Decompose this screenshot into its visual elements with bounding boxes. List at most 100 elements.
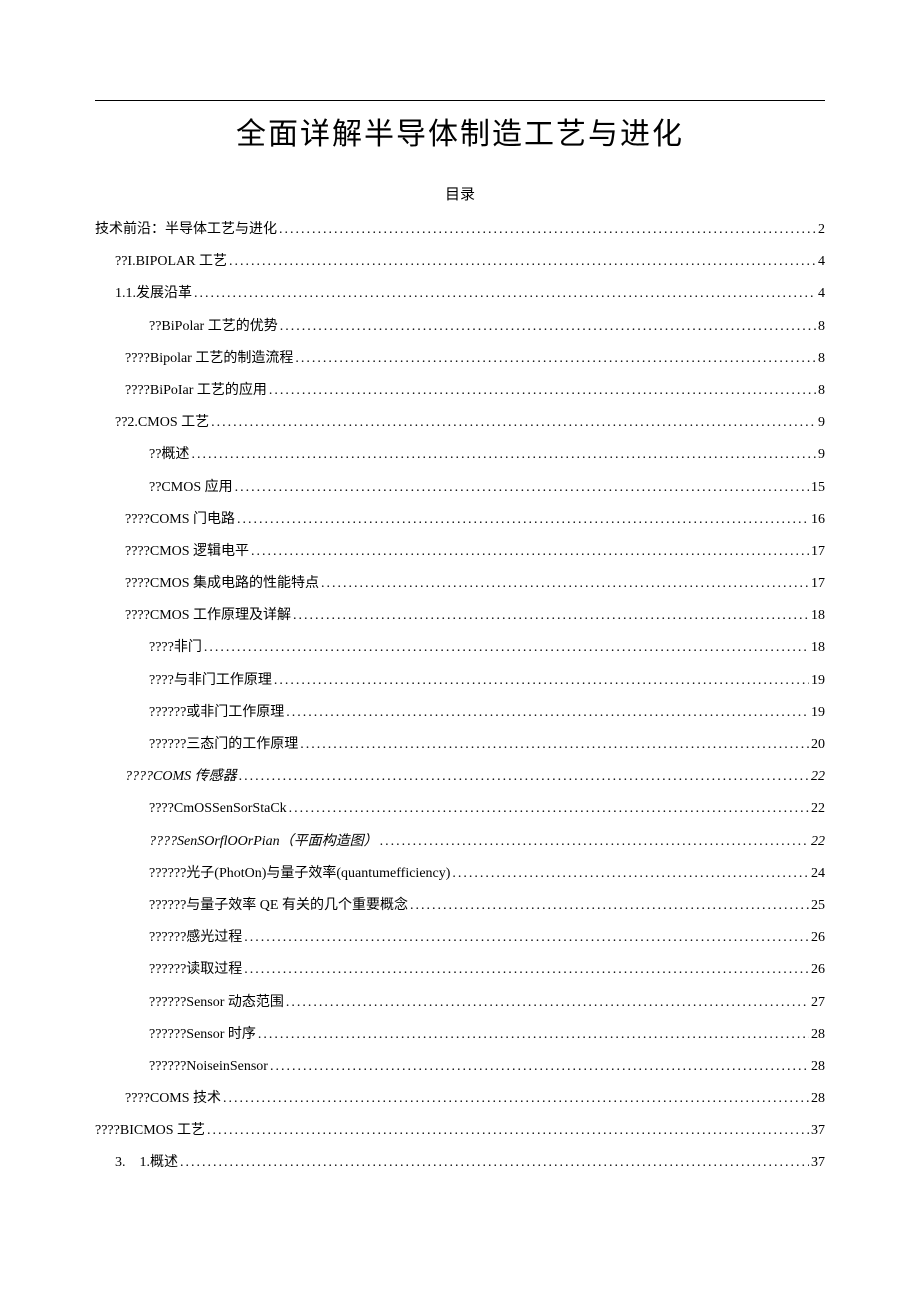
toc-entry[interactable]: ??????感光过程26 [95, 922, 825, 954]
toc-entry[interactable]: ????CMOS 工作原理及详解 18 [95, 600, 825, 632]
toc-entry[interactable]: ????COMS 门电路16 [95, 504, 825, 536]
toc-entry-page: 19 [811, 665, 825, 697]
toc-entry-label: ????CMOS 工作原理及详解 [125, 600, 291, 632]
toc-entry-page: 18 [811, 600, 825, 632]
toc-dots [321, 568, 809, 600]
toc-entry-page: 2 [818, 214, 825, 246]
toc-dots [239, 761, 809, 793]
toc-dots [452, 858, 809, 890]
toc-dots [229, 246, 816, 278]
toc-entry-page: 28 [811, 1083, 825, 1115]
toc-dots [279, 214, 816, 246]
toc-dots [286, 697, 809, 729]
toc-entry[interactable]: ??????Sensor 时序 28 [95, 1019, 825, 1051]
toc-entry[interactable]: ??BiPolar 工艺的优势 8 [95, 311, 825, 343]
toc-entry[interactable]: ????BiPoIar 工艺的应用8 [95, 375, 825, 407]
toc-dots [204, 632, 809, 664]
toc-entry-label: ????BICMOS 工艺 [95, 1115, 205, 1147]
toc-entry-label: 3. 1.概述 [115, 1147, 178, 1179]
toc-entry-label: ????SenSOrflOOrPian（平面构造图） [149, 826, 378, 858]
toc-entry-page: 26 [811, 954, 825, 986]
toc-entry[interactable]: ??2.CMOS 工艺9 [95, 407, 825, 439]
table-of-contents: 技术前沿：半导体工艺与进化2??I.BIPOLAR 工艺41.1.发展沿革4??… [95, 214, 825, 1180]
toc-entry[interactable]: 3. 1.概述 37 [95, 1147, 825, 1179]
toc-entry-label: ????非门 [149, 632, 202, 664]
toc-dots [191, 439, 816, 471]
toc-entry-page: 8 [818, 311, 825, 343]
toc-entry-page: 9 [818, 407, 825, 439]
toc-entry[interactable]: ????非门 18 [95, 632, 825, 664]
toc-entry-label: ??????与量子效率 QE 有关的几个重要概念 [149, 890, 408, 922]
toc-entry[interactable]: ??CMOS 应用 15 [95, 472, 825, 504]
toc-entry-label: ??????Sensor 时序 [149, 1019, 256, 1051]
toc-entry-page: 25 [811, 890, 825, 922]
toc-dots [293, 600, 809, 632]
document-title: 全面详解半导体制造工艺与进化 [95, 109, 825, 153]
toc-entry-page: 28 [811, 1019, 825, 1051]
toc-entry[interactable]: ??????光子(PhotOn)与量子效率(quantumefficiency)… [95, 858, 825, 890]
toc-entry-label: ????BiPoIar 工艺的应用 [125, 375, 267, 407]
toc-entry[interactable]: 1.1.发展沿革4 [95, 278, 825, 310]
toc-entry-page: 28 [811, 1051, 825, 1083]
toc-entry-label: ??????或非门工作原理 [149, 697, 284, 729]
toc-entry[interactable]: ??????NoiseinSensor 28 [95, 1051, 825, 1083]
toc-entry-label: ????COMS 传感器 [125, 761, 237, 793]
toc-entry[interactable]: ????CMOS 逻辑电平 17 [95, 536, 825, 568]
toc-heading: 目录 [95, 183, 825, 204]
toc-entry-page: 17 [811, 536, 825, 568]
toc-entry[interactable]: ??概述9 [95, 439, 825, 471]
toc-entry-label: ????Bipolar 工艺的制造流程 [125, 343, 293, 375]
toc-entry-label: ??????NoiseinSensor [149, 1051, 268, 1083]
toc-dots [207, 1115, 809, 1147]
toc-entry-label: ????CMOS 逻辑电平 [125, 536, 249, 568]
toc-entry[interactable]: ??????读取过程 26 [95, 954, 825, 986]
toc-entry-page: 4 [818, 246, 825, 278]
toc-entry-label: ????与非门工作原理 [149, 665, 272, 697]
toc-entry-label: ????CMOS 集成电路的性能特点 [125, 568, 319, 600]
toc-dots [300, 729, 809, 761]
toc-entry-label: ????CmOSSenSorStaCk [149, 793, 287, 825]
toc-dots [223, 1083, 809, 1115]
top-rule [95, 100, 825, 101]
toc-entry[interactable]: ??I.BIPOLAR 工艺4 [95, 246, 825, 278]
toc-entry[interactable]: ????BICMOS 工艺 37 [95, 1115, 825, 1147]
toc-entry-label: ??BiPolar 工艺的优势 [149, 311, 278, 343]
toc-dots [258, 1019, 809, 1051]
toc-dots [237, 504, 809, 536]
toc-entry-page: 27 [811, 987, 825, 1019]
toc-entry[interactable]: ????与非门工作原理 19 [95, 665, 825, 697]
toc-dots [180, 1147, 809, 1179]
toc-entry[interactable]: 技术前沿：半导体工艺与进化2 [95, 214, 825, 246]
toc-dots [380, 826, 809, 858]
toc-dots [280, 311, 816, 343]
toc-entry-page: 24 [811, 858, 825, 890]
toc-entry-page: 37 [811, 1147, 825, 1179]
toc-entry[interactable]: ????SenSOrflOOrPian（平面构造图）22 [95, 826, 825, 858]
toc-entry-label: 1.1.发展沿革 [115, 278, 192, 310]
toc-entry-label: ????COMS 门电路 [125, 504, 235, 536]
toc-entry-page: 17 [811, 568, 825, 600]
toc-entry-page: 37 [811, 1115, 825, 1147]
toc-dots [270, 1051, 809, 1083]
toc-entry-page: 9 [818, 439, 825, 471]
toc-entry-label: ??CMOS 应用 [149, 472, 233, 504]
toc-entry-label: ??????读取过程 [149, 954, 242, 986]
toc-entry[interactable]: ????CmOSSenSorStaCk22 [95, 793, 825, 825]
toc-entry[interactable]: ??????或非门工作原理19 [95, 697, 825, 729]
toc-entry[interactable]: ????COMS 传感器22 [95, 761, 825, 793]
toc-entry[interactable]: ??????与量子效率 QE 有关的几个重要概念 25 [95, 890, 825, 922]
toc-entry-label: ??????Sensor 动态范围 [149, 987, 284, 1019]
toc-dots [289, 793, 809, 825]
toc-entry-page: 18 [811, 632, 825, 664]
toc-dots [244, 922, 809, 954]
toc-entry-label: ??????三态门的工作原理 [149, 729, 298, 761]
toc-dots [211, 407, 816, 439]
toc-entry[interactable]: ??????三态门的工作原理20 [95, 729, 825, 761]
toc-entry[interactable]: ????Bipolar 工艺的制造流程8 [95, 343, 825, 375]
toc-entry-page: 26 [811, 922, 825, 954]
toc-entry-page: 15 [811, 472, 825, 504]
toc-entry[interactable]: ????COMS 技术28 [95, 1083, 825, 1115]
toc-dots [410, 890, 809, 922]
toc-entry[interactable]: ??????Sensor 动态范围 27 [95, 987, 825, 1019]
toc-entry[interactable]: ????CMOS 集成电路的性能特点 17 [95, 568, 825, 600]
